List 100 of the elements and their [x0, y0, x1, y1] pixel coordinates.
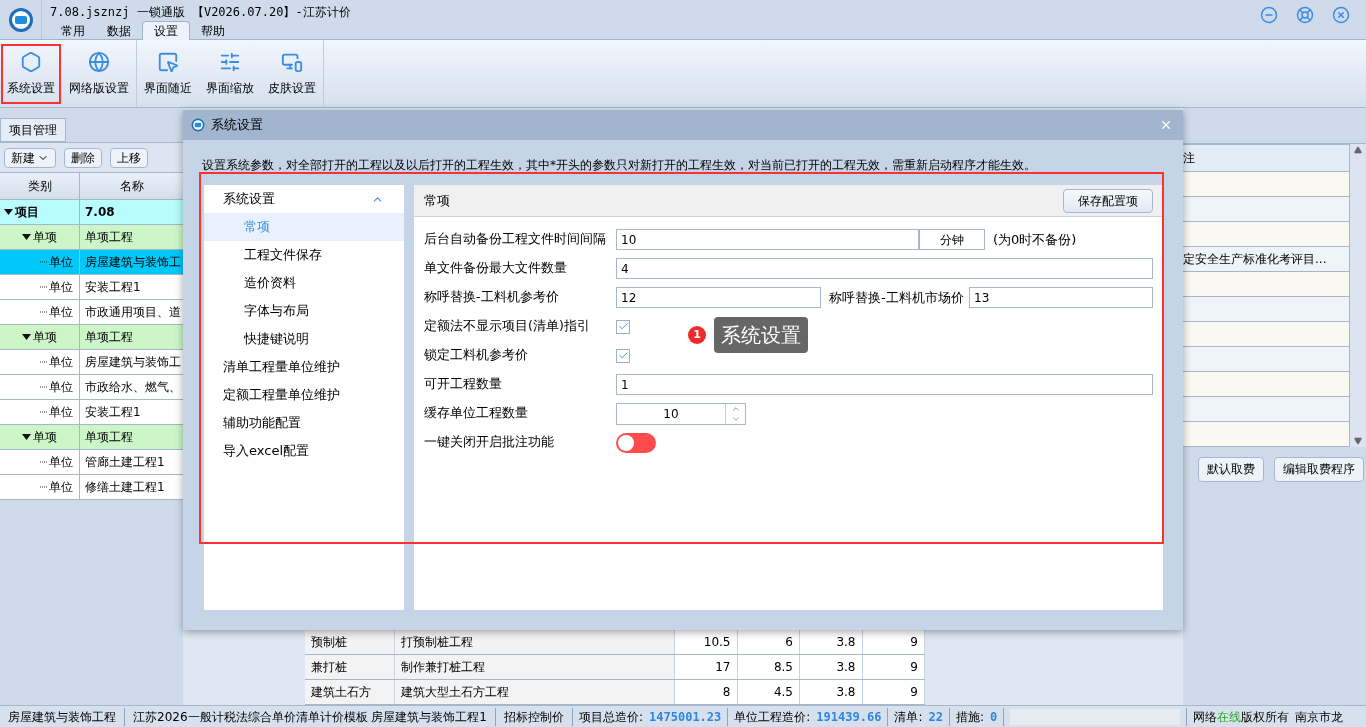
nav-subitem[interactable]: 造价资料 — [204, 269, 404, 297]
nav-subitem[interactable]: 字体与布局 — [204, 297, 404, 325]
tree-connector-icon — [40, 486, 48, 488]
tree-row[interactable]: 单位 管廊土建工程1 — [0, 450, 183, 475]
field-label: 称呼替换-工料机市场价 — [829, 288, 965, 307]
field-label: 后台自动备份工程文件时间间隔 — [424, 230, 607, 249]
tree-cell-text: 7.08 — [84, 204, 116, 221]
scrollbar[interactable] — [1349, 144, 1366, 447]
tree-connector-icon — [40, 411, 48, 413]
table-cell: 3.8 — [800, 655, 863, 679]
close-icon[interactable] — [1332, 6, 1350, 24]
save-button[interactable]: 保存配置项 — [1063, 188, 1153, 213]
toolbar-button[interactable]: 新建 — [4, 147, 56, 168]
status-label: 措施: — [955, 708, 984, 726]
tree-cell: 单位 — [0, 300, 80, 324]
tree-row[interactable]: 单项 单项工程 — [0, 325, 183, 350]
table-cell: 预制桩 — [305, 630, 395, 654]
ribbon-button[interactable]: 界面缩放 — [200, 43, 260, 104]
tree-cell: 单位 — [0, 275, 80, 299]
tree-cell: 项目 — [0, 200, 80, 224]
dialog-title: 系统设置 — [211, 116, 264, 135]
tree-cell: 单位 — [0, 375, 80, 399]
nav-subitem[interactable]: 快捷键说明 — [204, 325, 404, 353]
ribbon-tab[interactable]: 帮助 — [190, 21, 236, 40]
ribbon-button[interactable]: 界面随近 — [138, 43, 198, 104]
fee-button[interactable]: 默认取费 — [1198, 456, 1264, 482]
toggle-switch[interactable] — [616, 432, 656, 453]
status-label: 清单: — [894, 708, 923, 726]
ribbon-button[interactable]: 网络版设置 — [63, 43, 135, 104]
expand-icon[interactable] — [22, 434, 31, 440]
nav-item[interactable]: 定额工程量单位维护 — [204, 381, 404, 409]
tree-row[interactable]: 单项 单项工程 — [0, 425, 183, 450]
ribbon-tab[interactable]: 设置 — [142, 21, 190, 40]
expand-icon[interactable] — [4, 209, 13, 215]
nav-item[interactable]: 清单工程量单位维护 — [204, 353, 404, 381]
input-field[interactable]: 1 — [616, 374, 1153, 395]
tree-row[interactable]: 单位 修缮土建工程1 — [0, 475, 183, 500]
company-text: 南京市龙 — [1295, 708, 1344, 726]
unit-button[interactable]: 分钟 — [919, 229, 985, 250]
field-note: (为0时不备份) — [993, 230, 1078, 249]
fee-button[interactable]: 编辑取费程序 — [1274, 456, 1364, 482]
input-field[interactable]: 12 — [616, 287, 821, 308]
tree-row[interactable]: 单位 安装工程1 — [0, 400, 183, 425]
input-field[interactable]: 4 — [616, 258, 1153, 279]
tree-row[interactable]: 单项 单项工程 — [0, 225, 183, 250]
column-header: 注 — [1183, 144, 1349, 172]
input-field[interactable]: 10 — [616, 229, 919, 250]
status-value: 191439.66 — [816, 708, 882, 726]
toolbar-button[interactable]: 删除 — [64, 147, 102, 168]
dialog-description: 设置系统参数，对全部打开的工程以及以后打开的工程生效，其中*开头的参数只对新打开的工程生效，对当前已打开的工程无效，需重新启动程序才能生效。 — [201, 157, 1037, 173]
scroll-up-icon[interactable] — [1354, 146, 1362, 154]
table-cell: 8.5 — [737, 655, 800, 679]
scroll-down-icon[interactable] — [1354, 437, 1362, 445]
tree-row[interactable]: 单位 市政给水、燃气、 — [0, 375, 183, 400]
tree-row[interactable]: 单位 市政通用项目、道 — [0, 300, 183, 325]
table-cell: 4.5 — [737, 680, 800, 704]
restore-icon[interactable] — [1296, 6, 1314, 24]
close-icon[interactable] — [1159, 118, 1173, 132]
tree-row[interactable]: 单位 房屋建筑与装饰工 — [0, 250, 183, 275]
tree-row[interactable]: 单位 房屋建筑与装饰工 — [0, 350, 183, 375]
input-field[interactable]: 13 — [969, 287, 1153, 308]
toolbar-button[interactable]: 上移 — [110, 147, 148, 168]
checkbox[interactable] — [616, 348, 630, 363]
hexagon-icon — [20, 50, 42, 73]
tree-cell: 单位 — [0, 475, 80, 499]
status-text: 房屋建筑与装饰工程 — [0, 707, 125, 726]
panel-tab[interactable]: 项目管理 — [0, 118, 66, 142]
ribbon-button[interactable]: 系统设置 — [1, 43, 61, 104]
field-label: 称呼替换-工料机参考价 — [424, 288, 560, 307]
tree-row[interactable]: 项目 7.08 — [0, 200, 183, 225]
tree-cell: 单位 — [0, 350, 80, 374]
status-value: 22 — [928, 708, 943, 726]
nav-item[interactable]: 导入excel配置 — [204, 437, 404, 465]
ribbon-tab[interactable]: 数据 — [96, 21, 142, 40]
tree-connector-icon — [40, 261, 48, 263]
tree-cell-text: 安装工程1 — [84, 404, 142, 421]
callout-label: 系统设置 — [714, 317, 808, 353]
table-cell: 建筑土石方 — [305, 680, 395, 704]
ribbon-button[interactable]: 皮肤设置 — [262, 43, 322, 104]
tree-cell: 单项 — [0, 225, 80, 249]
tree-row[interactable]: 单位 安装工程1 — [0, 275, 183, 300]
nav-subitem[interactable]: 工程文件保存 — [204, 241, 404, 269]
nav-item[interactable]: 系统设置 — [204, 185, 404, 213]
checkbox[interactable] — [616, 319, 630, 334]
globe-icon — [88, 50, 110, 73]
ribbon-tab[interactable]: 常用 — [50, 21, 96, 40]
nav-item[interactable]: 辅助功能配置 — [204, 409, 404, 437]
field-label: 可开工程数量 — [424, 375, 503, 394]
table-cell: 建筑大型土石方工程 — [395, 680, 675, 704]
expand-icon[interactable] — [22, 234, 31, 240]
field-label: 定额法不显示项目(清单)指引 — [424, 317, 591, 336]
status-text: 江苏2026一般计税法综合单价清单计价模板 房屋建筑与装饰工程1 — [125, 707, 496, 726]
tree-cell: 单项 — [0, 425, 80, 449]
window-title: 7.08.jsznzj 一锁通版 【V2026.07.20】-江苏计价 — [50, 4, 352, 21]
app-logo-icon — [7, 6, 34, 33]
column-header: 类别 — [0, 173, 80, 199]
number-spinner[interactable]: 10 — [616, 402, 746, 425]
expand-icon[interactable] — [22, 334, 31, 340]
tree-cell-text: 单项工程 — [84, 229, 134, 246]
minimize-icon[interactable] — [1260, 6, 1278, 24]
